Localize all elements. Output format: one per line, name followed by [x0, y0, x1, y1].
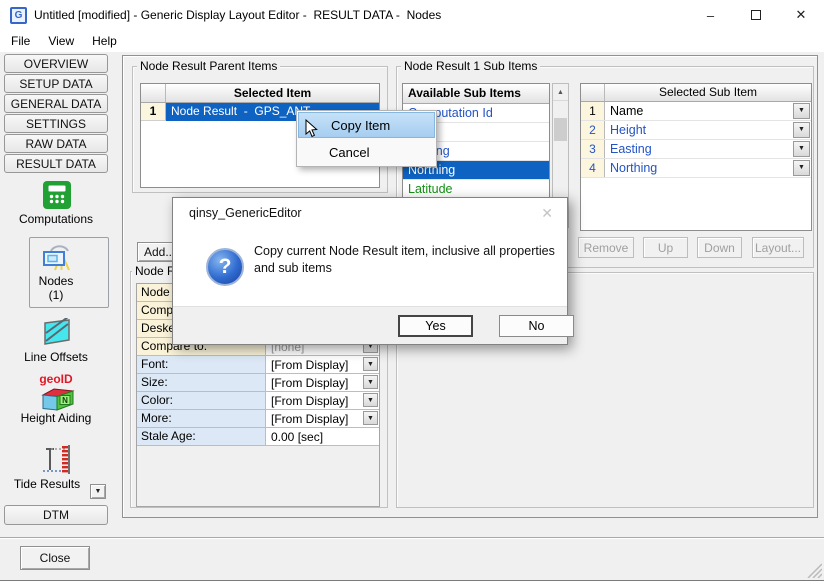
dropdown-arrow-icon[interactable]: ▼ [363, 411, 378, 425]
menu-help[interactable]: Help [83, 30, 126, 52]
up-button[interactable]: Up [643, 237, 688, 258]
menu-item-cancel[interactable]: Cancel [297, 139, 436, 166]
layout-button[interactable]: Layout... [752, 237, 804, 258]
property-row-stale-age[interactable]: Stale Age: 0.00 [sec] [137, 428, 379, 446]
svg-text:N: N [62, 396, 68, 405]
dialog-close-icon[interactable]: ✕ [537, 198, 557, 228]
message-dialog: qinsy_GenericEditor ✕ ? Copy current Nod… [172, 197, 568, 345]
nodes-count: (1) [4, 288, 108, 302]
dropdown-arrow-icon[interactable]: ▼ [793, 160, 810, 176]
menu-view[interactable]: View [39, 30, 83, 52]
dropdown-arrow-icon[interactable]: ▼ [363, 375, 378, 389]
yes-button[interactable]: Yes [398, 315, 473, 337]
dropdown-arrow-icon[interactable]: ▼ [793, 103, 810, 119]
mouse-cursor-icon [305, 119, 319, 142]
menu-file[interactable]: File [2, 30, 39, 52]
dialog-title: qinsy_GenericEditor [189, 198, 302, 228]
table-row[interactable]: 2 Height▼ [581, 121, 811, 140]
menu-bar: File View Help [0, 30, 824, 52]
table-row[interactable]: 3 Easting▼ [581, 140, 811, 159]
sidebar-item-computations[interactable]: Computations [4, 212, 108, 226]
scrollbar-thumb[interactable] [554, 118, 567, 141]
parent-items-table-header: Selected Item [141, 84, 379, 103]
close-window-button[interactable]: ✕ [778, 0, 824, 30]
sidebar-item-general-data[interactable]: GENERAL DATA [4, 94, 108, 113]
property-row-size[interactable]: Size: [From Display]▼ [137, 374, 379, 392]
sidebar-item-height-aiding[interactable]: Height Aiding [4, 411, 108, 425]
sidebar-item-raw-data[interactable]: RAW DATA [4, 134, 108, 153]
question-icon: ? [206, 248, 244, 286]
footer-separator [0, 537, 824, 539]
no-button[interactable]: No [499, 315, 574, 337]
sidebar-item-overview[interactable]: OVERVIEW [4, 54, 108, 73]
sub-items-group-title: Node Result 1 Sub Items [401, 60, 540, 73]
tide-dropdown-button[interactable]: ▼ [90, 484, 106, 499]
tide-results-icon[interactable] [40, 444, 76, 479]
table-row[interactable]: 4 Northing▼ [581, 159, 811, 178]
maximize-icon [751, 10, 761, 20]
scroll-up-icon[interactable]: ▲ [553, 84, 568, 101]
dropdown-arrow-icon[interactable]: ▼ [363, 357, 378, 371]
selected-item-column-header: Selected Item [166, 84, 379, 102]
node-icon [41, 242, 75, 275]
down-button[interactable]: Down [697, 237, 742, 258]
minimize-button[interactable]: – [688, 0, 733, 30]
calculator-icon[interactable] [42, 180, 72, 213]
resize-grip-icon[interactable] [804, 560, 822, 581]
window-title: Untitled [modified] - Generic Display La… [34, 0, 441, 30]
sidebar-item-tide-results[interactable]: Tide Results [4, 477, 90, 491]
title-bar: G Untitled [modified] - Generic Display … [0, 0, 824, 30]
sidebar-item-settings[interactable]: SETTINGS [4, 114, 108, 133]
selected-sub-items-table: Selected Sub Item 1 Name▼ 2 Height▼ 3 Ea… [580, 83, 812, 231]
property-row-color[interactable]: Color: [From Display]▼ [137, 392, 379, 410]
geoid-text: geoID [4, 372, 108, 386]
close-button[interactable]: Close [20, 546, 90, 570]
remove-button[interactable]: Remove [578, 237, 634, 258]
parent-items-group-title: Node Result Parent Items [137, 60, 280, 73]
maximize-button[interactable] [733, 0, 778, 30]
row-number: 1 [141, 103, 166, 121]
property-row-more[interactable]: More: [From Display]▼ [137, 410, 379, 428]
line-offsets-icon[interactable] [42, 318, 72, 349]
sidebar-item-dtm[interactable]: DTM [4, 505, 108, 525]
available-sub-items-header: Available Sub Items [403, 84, 549, 104]
chevron-down-icon: ▼ [95, 488, 102, 495]
dialog-message: Copy current Node Result item, inclusive… [254, 243, 576, 277]
app-icon: G [10, 7, 27, 24]
selected-sub-items-header-row: Selected Sub Item [581, 84, 811, 102]
sidebar-item-setup-data[interactable]: SETUP DATA [4, 74, 108, 93]
dropdown-arrow-icon[interactable]: ▼ [363, 393, 378, 407]
sidebar-item-result-data[interactable]: RESULT DATA [4, 154, 108, 173]
nodes-label: Nodes [4, 274, 108, 288]
table-row[interactable]: 1 Name▼ [581, 102, 811, 121]
selected-sub-item-column-header: Selected Sub Item [605, 84, 811, 101]
dropdown-arrow-icon[interactable]: ▼ [793, 122, 810, 138]
dropdown-arrow-icon[interactable]: ▼ [793, 141, 810, 157]
property-row-font[interactable]: Font: [From Display]▼ [137, 356, 379, 374]
sidebar-item-line-offsets[interactable]: Line Offsets [4, 350, 108, 364]
